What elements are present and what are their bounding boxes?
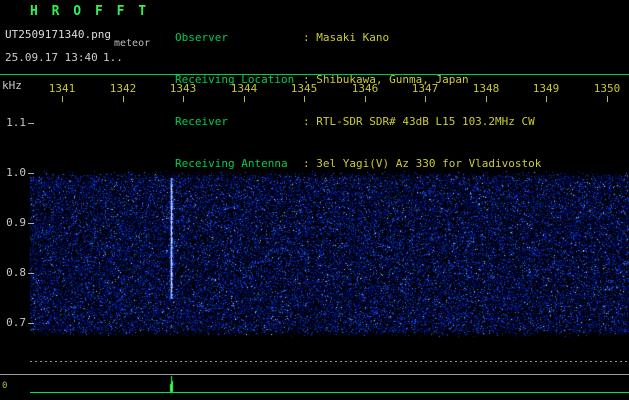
y-axis-tick-label: 0.9	[0, 216, 26, 229]
x-axis-tick-mark	[123, 96, 124, 102]
x-axis-tick-mark	[304, 96, 305, 102]
y-axis-tick-label: 0.7	[0, 316, 26, 329]
y-axis-tick-label: 1.1	[0, 116, 26, 129]
y-axis-tick-mark	[28, 173, 34, 174]
x-axis-tick-label: 1346	[345, 82, 385, 95]
x-axis-tick-label: 1347	[405, 82, 445, 95]
x-axis-tick-mark	[244, 96, 245, 102]
x-axis-tick-label: 1341	[42, 82, 82, 95]
y-axis-tick-mark	[28, 273, 34, 274]
station-name: meteor	[114, 38, 150, 49]
app-title: H R O F F T	[30, 4, 149, 19]
info-row-antenna: Receiving Antenna : 3el Yagi(V) Az 330 f…	[175, 157, 541, 171]
y-axis-tick-label: 0.8	[0, 266, 26, 279]
level-axis-label: 0	[2, 381, 7, 391]
level-strip-frame-line	[0, 374, 629, 375]
info-value: : Masaki Kano	[303, 31, 389, 45]
x-axis-tick-label: 1348	[466, 82, 506, 95]
info-label: Receiving Antenna	[175, 157, 303, 171]
info-value: : RTL-SDR SDR# 43dB L15 103.2MHz CW	[303, 115, 535, 129]
y-axis-tick-label: 1.0	[0, 166, 26, 179]
x-axis-tick-mark	[62, 96, 63, 102]
x-axis-tick-label: 1342	[103, 82, 143, 95]
x-axis-tick-mark	[607, 96, 608, 102]
x-axis-tick-label: 1349	[526, 82, 566, 95]
info-label: Receiver	[175, 115, 303, 129]
capture-filename: UT2509171340.png	[5, 28, 111, 41]
y-axis-tick-mark	[28, 223, 34, 224]
x-axis-tick-label: 1350	[587, 82, 627, 95]
x-axis-tick-mark	[486, 96, 487, 102]
y-axis-tick-mark	[28, 323, 34, 324]
y-axis-unit-label: kHz	[2, 79, 22, 92]
x-axis-tick-mark	[183, 96, 184, 102]
x-axis-tick-label: 1344	[224, 82, 264, 95]
x-axis-tick-mark	[425, 96, 426, 102]
x-axis-tick-label: 1343	[163, 82, 203, 95]
hrofft-screen: H R O F F T UT2509171340.png meteor 25.0…	[0, 0, 629, 400]
y-axis-tick-mark	[28, 123, 34, 124]
info-label: Observer	[175, 31, 303, 45]
x-axis-tick-mark	[546, 96, 547, 102]
info-row-receiver: Receiver : RTL-SDR SDR# 43dB L15 103.2MH…	[175, 115, 541, 129]
x-axis-tick-mark	[365, 96, 366, 102]
info-row-observer: Observer : Masaki Kano	[175, 31, 541, 45]
info-value: : 3el Yagi(V) Az 330 for Vladivostok	[303, 157, 541, 171]
level-baseline	[30, 392, 629, 393]
x-axis-tick-label: 1345	[284, 82, 324, 95]
capture-datetime: 25.09.17 13:40	[5, 51, 98, 64]
spectrogram-bottom-dotted-line	[30, 361, 629, 362]
header-divider	[0, 74, 629, 75]
capture-counter: 1..	[103, 51, 123, 64]
